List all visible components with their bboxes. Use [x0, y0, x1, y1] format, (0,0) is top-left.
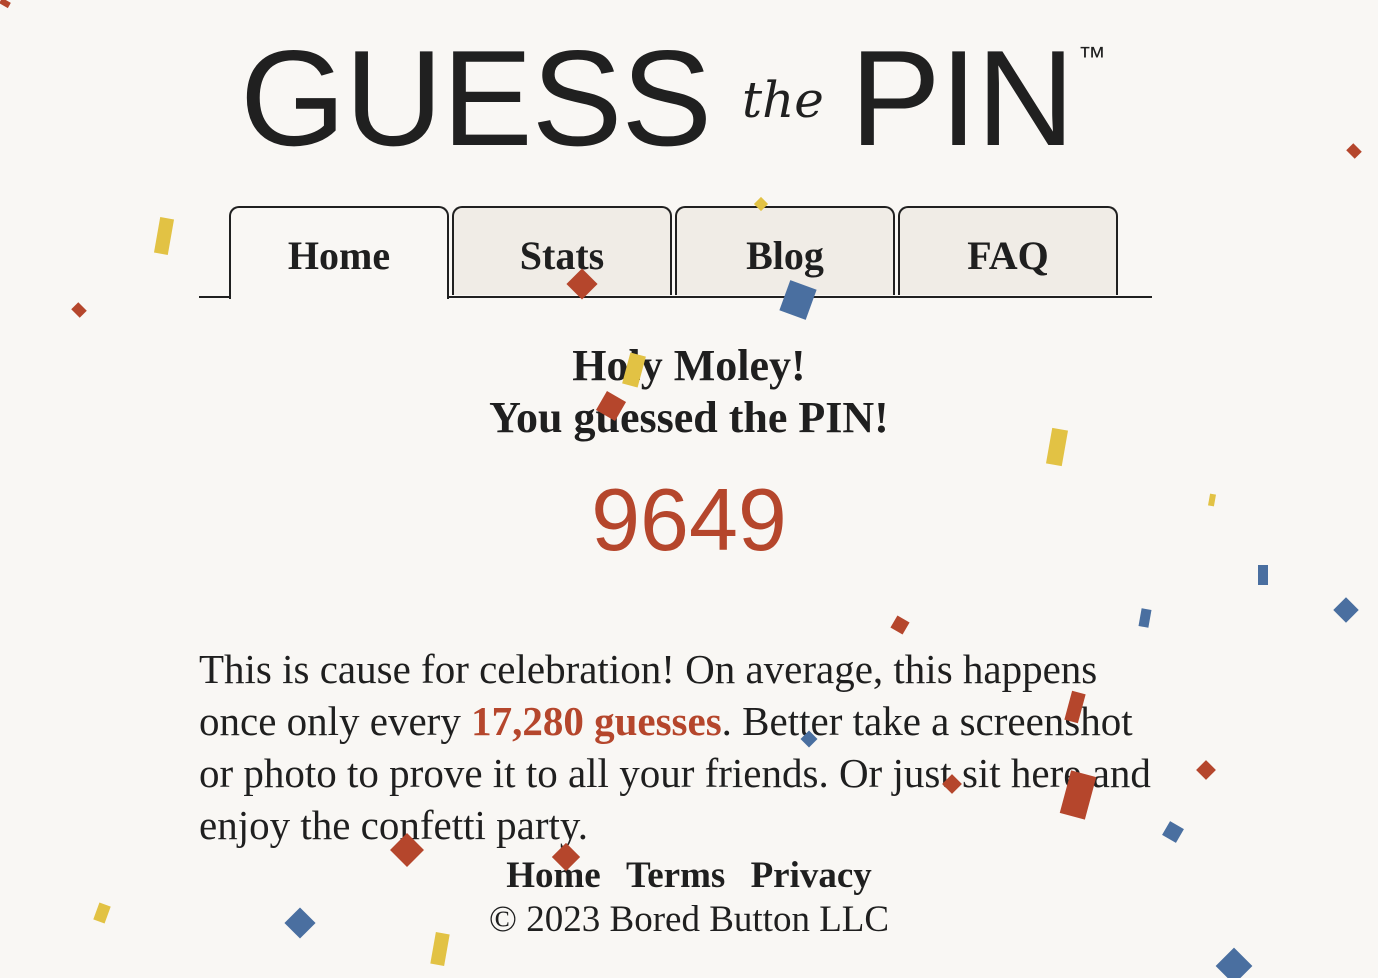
confetti-piece [890, 615, 910, 635]
copyright-notice: © 2023 Bored Button LLC [488, 899, 890, 940]
confetti-piece [1333, 597, 1359, 623]
headline-line-1: Holy Moley! [572, 341, 806, 390]
confetti-piece [1215, 947, 1253, 978]
confetti-piece [1138, 608, 1152, 628]
celebration-message: This is cause for celebration! On averag… [199, 643, 1159, 851]
tab-faq[interactable]: FAQ [898, 206, 1118, 295]
tab-blog[interactable]: Blog [675, 206, 895, 295]
logo-word-the: the [742, 71, 824, 129]
footer-link-privacy[interactable]: Privacy [751, 855, 872, 896]
confetti-piece [1162, 821, 1184, 843]
guesses-count-link[interactable]: 17,280 guesses [471, 698, 722, 744]
success-headline: Holy Moley! You guessed the PIN! [0, 340, 1378, 444]
logo-word-pin: PIN [850, 22, 1075, 174]
footer-link-terms[interactable]: Terms [626, 855, 725, 896]
confetti-piece [153, 217, 175, 255]
footer-nav: Home Terms Privacy [0, 854, 1378, 898]
headline-line-2: You guessed the PIN! [489, 393, 889, 442]
trademark-symbol: ™ [1078, 41, 1106, 72]
footer-link-home[interactable]: Home [506, 855, 601, 896]
confetti-piece [71, 302, 87, 318]
confetti-piece [0, 0, 11, 9]
tab-stats[interactable]: Stats [452, 206, 672, 295]
logo-word-guess: GUESS [240, 22, 712, 174]
confetti-piece [1196, 760, 1216, 780]
tab-home[interactable]: Home [229, 206, 449, 299]
guessed-pin: 9649 [591, 470, 787, 569]
main-tabs: Home Stats Blog FAQ [199, 206, 1152, 299]
site-logo[interactable]: GUESS the PIN ™ [0, 28, 1378, 168]
